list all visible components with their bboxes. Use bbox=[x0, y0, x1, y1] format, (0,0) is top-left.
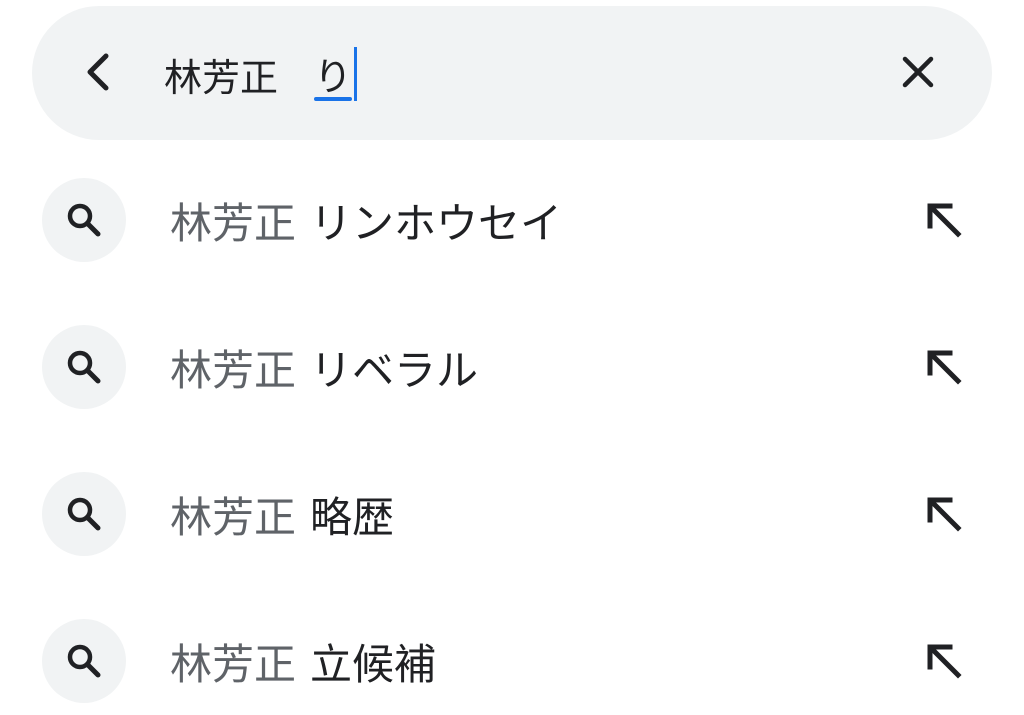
suggestion-icon-badge bbox=[42, 619, 126, 703]
suggestion-item[interactable]: 林芳正 立候補 bbox=[0, 586, 1024, 715]
search-query-composing: り bbox=[314, 46, 353, 103]
back-arrow-icon bbox=[87, 53, 109, 91]
suggestion-icon-badge bbox=[42, 178, 126, 262]
suggestion-icon-badge bbox=[42, 325, 126, 409]
suggestion-suffix: 立候補 bbox=[310, 639, 437, 689]
suggestion-text: 林芳正 リベラル bbox=[170, 337, 478, 397]
arrow-up-left-icon bbox=[927, 497, 962, 532]
suggestion-item[interactable]: 林芳正 リベラル bbox=[0, 292, 1024, 439]
suggestion-text: 林芳正 リンホウセイ bbox=[170, 190, 562, 250]
search-icon bbox=[67, 203, 101, 237]
fill-query-button[interactable] bbox=[912, 335, 976, 399]
search-query-text: 林芳正 bbox=[164, 55, 279, 100]
search-screen: 林芳正 り 林芳正 リンホウセイ 林芳正 リベラル 林芳正 略歴 林芳正 立候補 bbox=[0, 0, 1024, 715]
search-icon bbox=[67, 350, 101, 384]
suggestion-item[interactable]: 林芳正 リンホウセイ bbox=[0, 145, 1024, 292]
search-icon bbox=[67, 644, 101, 678]
text-caret bbox=[354, 47, 358, 101]
suggestion-suffix: リベラル bbox=[310, 345, 479, 395]
search-input[interactable]: 林芳正 り bbox=[164, 44, 358, 104]
suggestion-icon-badge bbox=[42, 472, 126, 556]
arrow-up-left-icon bbox=[927, 644, 962, 679]
arrow-up-left-icon bbox=[927, 203, 962, 238]
suggestion-suffix: 略歴 bbox=[310, 492, 395, 542]
fill-query-button[interactable] bbox=[912, 482, 976, 546]
suggestion-prefix: 林芳正 bbox=[170, 639, 297, 689]
search-icon bbox=[67, 497, 101, 531]
suggestion-list: 林芳正 リンホウセイ 林芳正 リベラル 林芳正 略歴 林芳正 立候補 bbox=[0, 145, 1024, 715]
suggestion-item[interactable]: 林芳正 略歴 bbox=[0, 439, 1024, 586]
fill-query-button[interactable] bbox=[912, 188, 976, 252]
back-button[interactable] bbox=[66, 40, 130, 104]
suggestion-prefix: 林芳正 bbox=[170, 198, 297, 248]
suggestion-text: 林芳正 略歴 bbox=[170, 484, 394, 544]
suggestion-prefix: 林芳正 bbox=[170, 492, 297, 542]
fill-query-button[interactable] bbox=[912, 629, 976, 693]
close-icon bbox=[902, 56, 934, 88]
suggestion-text: 林芳正 立候補 bbox=[170, 631, 436, 691]
clear-button[interactable] bbox=[886, 40, 950, 104]
suggestion-prefix: 林芳正 bbox=[170, 345, 297, 395]
arrow-up-left-icon bbox=[927, 350, 962, 385]
suggestion-suffix: リンホウセイ bbox=[310, 198, 563, 248]
